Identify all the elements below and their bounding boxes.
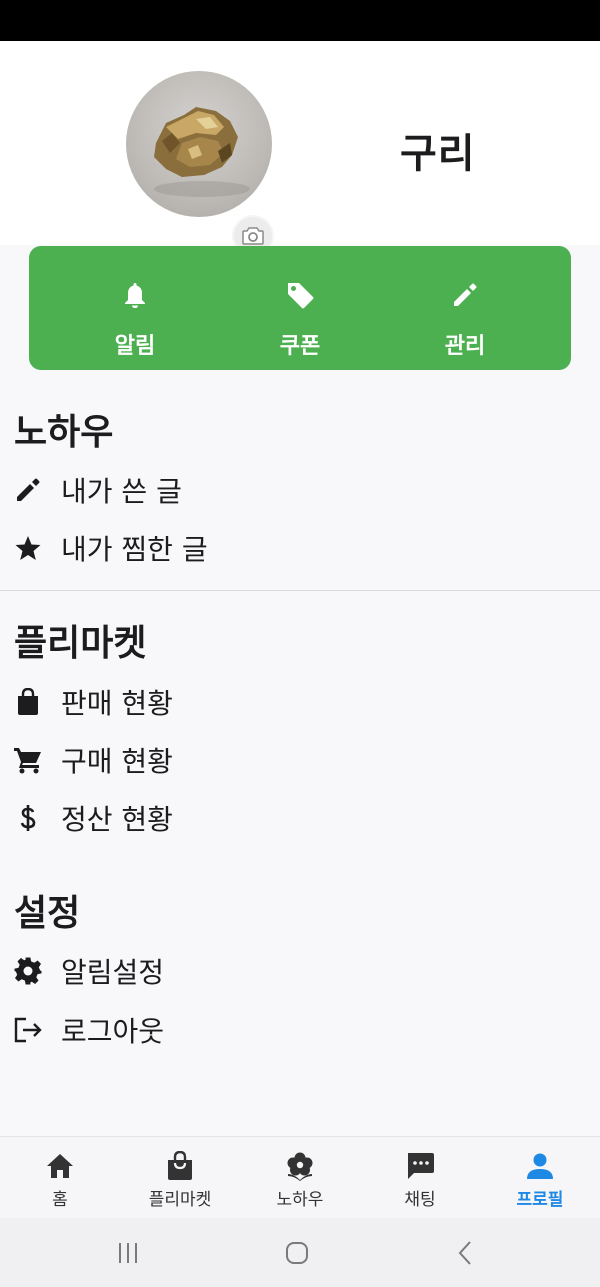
shopping-bag-icon — [18, 688, 38, 715]
menu-item-notification-settings[interactable]: 알림설정 — [0, 943, 600, 999]
person-icon — [527, 1153, 553, 1179]
recent-apps-icon — [119, 1243, 137, 1263]
menu-item-sales-status[interactable]: 판매 현황 — [0, 674, 600, 730]
menu-item-label: 알림설정 — [61, 956, 165, 989]
section-title-knowhow: 노하우 — [14, 412, 114, 453]
section-title-fleamarket: 플리마켓 — [14, 623, 147, 664]
pencil-icon — [454, 283, 477, 306]
nav-tab-label: 노하우 — [276, 1190, 324, 1210]
nav-tab-chat[interactable]: 채팅 — [360, 1137, 480, 1219]
profile-header: 구리 — [0, 41, 600, 255]
menu-item-logout[interactable]: 로그아웃 — [0, 1002, 600, 1058]
back-button[interactable] — [446, 1238, 486, 1268]
home-button[interactable] — [277, 1238, 317, 1268]
notifications-action-label: 알림 — [114, 334, 156, 359]
nav-tab-home[interactable]: 홈 — [0, 1137, 120, 1219]
coupon-action[interactable]: 쿠폰 — [240, 246, 360, 370]
menu-item-settlement-status[interactable]: 정산 현황 — [0, 790, 600, 846]
nav-tab-label: 홈 — [52, 1190, 68, 1210]
back-chevron-icon — [458, 1241, 471, 1265]
nav-tab-label: 프로필 — [516, 1190, 564, 1210]
logout-icon — [14, 1017, 42, 1043]
menu-item-label: 내가 찜한 글 — [61, 533, 208, 566]
cart-icon — [14, 748, 41, 774]
coupon-action-label: 쿠폰 — [279, 334, 321, 359]
manage-action-label: 관리 — [444, 334, 486, 359]
avatar-photo — [154, 107, 250, 197]
nav-tab-profile[interactable]: 프로필 — [480, 1137, 600, 1219]
pencil-icon — [17, 478, 40, 501]
menu-item-purchase-status[interactable]: 구매 현황 — [0, 732, 600, 788]
recent-apps-button[interactable] — [108, 1238, 148, 1268]
bell-icon — [125, 283, 145, 308]
dollar-icon — [20, 805, 36, 831]
chat-icon — [408, 1153, 434, 1179]
avatar[interactable] — [126, 71, 272, 217]
nav-tab-label: 플리마켓 — [148, 1190, 212, 1210]
quick-actions-card: 알림 쿠폰 관리 — [29, 246, 571, 370]
gear-icon — [14, 957, 42, 985]
star-icon — [15, 536, 41, 560]
menu-item-label: 정산 현황 — [61, 803, 173, 836]
flower-icon — [287, 1152, 313, 1181]
menu-item-label: 로그아웃 — [61, 1015, 165, 1048]
notifications-action[interactable]: 알림 — [75, 246, 195, 370]
menu-item-my-posts[interactable]: 내가 쓴 글 — [0, 462, 600, 518]
nav-tab-knowhow[interactable]: 노하우 — [240, 1137, 360, 1219]
menu-item-label: 내가 쓴 글 — [61, 475, 182, 508]
menu-item-label: 구매 현황 — [61, 745, 173, 778]
system-navigation-bar — [0, 1218, 600, 1287]
section-title-settings: 설정 — [14, 893, 81, 934]
nav-tab-fleamarket[interactable]: 플리마켓 — [120, 1137, 240, 1219]
menu-item-label: 판매 현황 — [61, 687, 173, 720]
profile-name: 구리 — [400, 131, 476, 177]
home-icon — [47, 1154, 73, 1178]
status-bar — [0, 0, 600, 41]
manage-action[interactable]: 관리 — [405, 246, 525, 370]
menu-item-bookmarked-posts[interactable]: 내가 찜한 글 — [0, 520, 600, 576]
section-divider — [0, 590, 600, 591]
shopping-bag-icon — [168, 1151, 192, 1180]
bottom-navigation: 홈 플리마켓 노하우 채팅 프로필 — [0, 1136, 600, 1218]
camera-icon — [242, 227, 264, 245]
home-circle-icon — [286, 1242, 308, 1264]
nav-tab-label: 채팅 — [404, 1190, 436, 1210]
tag-icon — [288, 283, 314, 309]
